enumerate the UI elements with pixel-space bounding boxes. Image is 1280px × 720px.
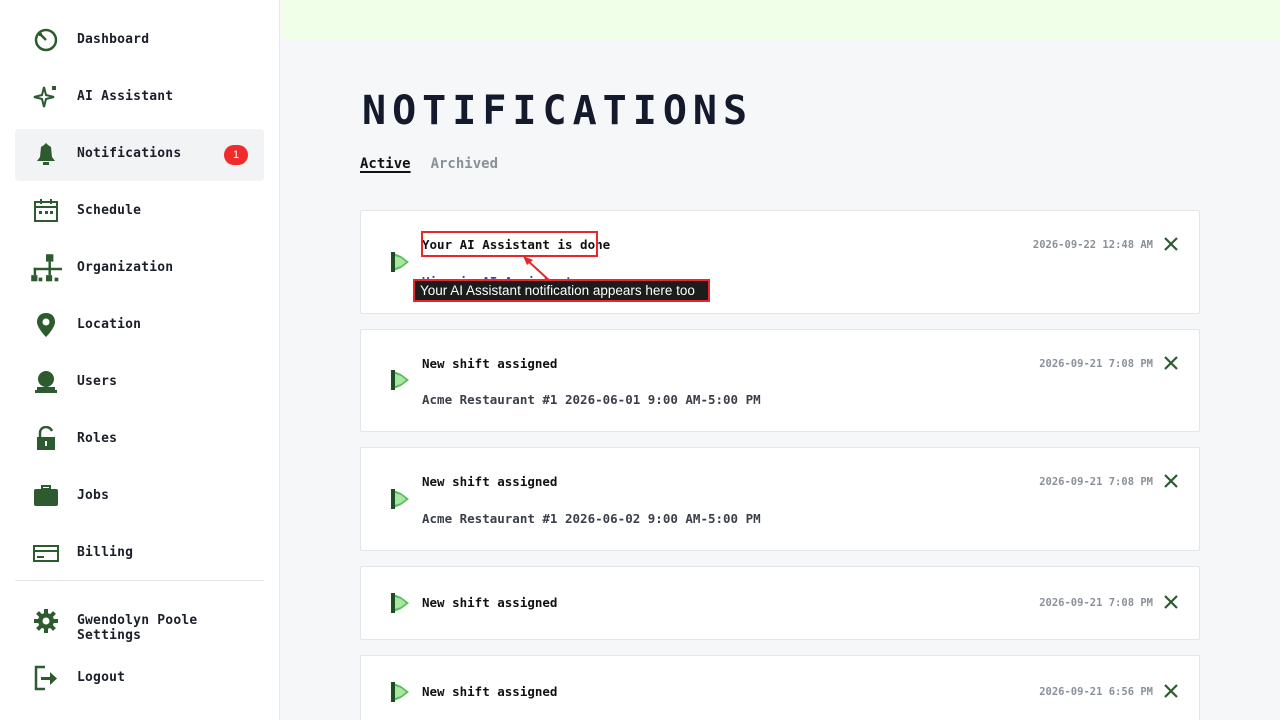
megaphone-icon [391, 252, 409, 272]
sidebar-item-roles[interactable]: Roles [15, 414, 264, 466]
sidebar-item-location[interactable]: Location [15, 300, 264, 352]
notification-timestamp: 2026-09-21 6:56 PM [1039, 686, 1153, 698]
gear-icon [34, 609, 58, 633]
sidebar-item-label: Location [77, 317, 142, 332]
notification-card[interactable]: New shift assigned 2026-09-21 6:56 PM [360, 655, 1200, 720]
megaphone-icon [391, 682, 409, 702]
user-icon [35, 371, 57, 393]
credit-card-icon [33, 545, 59, 562]
notification-details: Acme Restaurant #1 2026-06-02 9:00 AM-5:… [422, 511, 761, 526]
notification-card[interactable]: New shift assigned Acme Restaurant #1 20… [360, 329, 1200, 432]
logout-icon [34, 665, 57, 691]
org-chart-icon [31, 254, 62, 282]
notification-timestamp: 2026-09-22 12:48 AM [1032, 239, 1153, 251]
sidebar-item-label: Dashboard [77, 32, 150, 47]
sidebar-item-label: Jobs [77, 488, 110, 503]
notification-timestamp: 2026-09-21 7:08 PM [1039, 476, 1153, 488]
top-banner [281, 0, 1280, 40]
notification-tabs: Active Archived [360, 156, 498, 172]
sidebar-item-label: Users [77, 374, 118, 389]
tab-active[interactable]: Active [360, 156, 411, 172]
sidebar-item-schedule[interactable]: Schedule [15, 186, 264, 238]
sidebar-item-label: Organization [77, 260, 174, 275]
map-pin-icon [37, 313, 55, 337]
close-icon[interactable] [1163, 683, 1179, 699]
sidebar-item-dashboard[interactable]: Dashboard [15, 15, 264, 67]
sidebar-item-label: Roles [77, 431, 118, 446]
sparkle-icon [33, 86, 56, 108]
sidebar-item-billing[interactable]: Billing [15, 528, 264, 580]
notification-count-badge: 1 [224, 145, 248, 165]
annotation-callout: Your AI Assistant notification appears h… [413, 279, 710, 302]
sidebar-item-label: Gwendolyn Poole Settings [77, 613, 198, 643]
bell-icon [37, 143, 55, 165]
sidebar-item-organization[interactable]: Organization [15, 243, 264, 295]
calendar-icon [34, 199, 58, 222]
notification-title: New shift assigned [422, 474, 558, 489]
notification-timestamp: 2026-09-21 7:08 PM [1039, 358, 1153, 370]
notification-title: New shift assigned [422, 684, 558, 699]
sidebar-item-label: AI Assistant [77, 89, 174, 104]
sidebar: Dashboard AI Assistant Notifications 1 S… [0, 0, 280, 720]
close-icon[interactable] [1163, 473, 1179, 489]
tab-archived[interactable]: Archived [431, 156, 498, 172]
close-icon[interactable] [1163, 355, 1179, 371]
sidebar-divider [15, 580, 264, 581]
sidebar-item-logout[interactable]: Logout [15, 653, 264, 705]
megaphone-icon [391, 370, 409, 390]
unlock-icon [37, 426, 55, 450]
sidebar-item-label: Notifications [77, 146, 182, 161]
sidebar-item-ai-assistant[interactable]: AI Assistant [15, 72, 264, 124]
sidebar-item-label: Schedule [77, 203, 142, 218]
close-icon[interactable] [1163, 594, 1179, 610]
dashboard-gauge-icon [34, 28, 58, 52]
briefcase-icon [34, 485, 58, 506]
close-icon[interactable] [1163, 236, 1179, 252]
notification-details: Acme Restaurant #1 2026-06-01 9:00 AM-5:… [422, 392, 761, 407]
megaphone-icon [391, 593, 409, 613]
annotation-highlight-box [421, 231, 598, 257]
page-title: NOTIFICATIONS [362, 88, 754, 134]
megaphone-icon [391, 489, 409, 509]
notification-card[interactable]: New shift assigned 2026-09-21 7:08 PM [360, 566, 1200, 640]
sidebar-item-settings[interactable]: Gwendolyn Poole Settings [15, 596, 264, 648]
sidebar-item-users[interactable]: Users [15, 357, 264, 409]
sidebar-item-label: Logout [77, 670, 126, 685]
sidebar-item-jobs[interactable]: Jobs [15, 471, 264, 523]
notification-title: New shift assigned [422, 595, 558, 610]
notification-timestamp: 2026-09-21 7:08 PM [1039, 597, 1153, 609]
sidebar-item-label: Billing [77, 545, 134, 560]
notification-card[interactable]: New shift assigned Acme Restaurant #1 20… [360, 447, 1200, 551]
sidebar-item-notifications[interactable]: Notifications 1 [15, 129, 264, 181]
notification-title: New shift assigned [422, 356, 558, 371]
